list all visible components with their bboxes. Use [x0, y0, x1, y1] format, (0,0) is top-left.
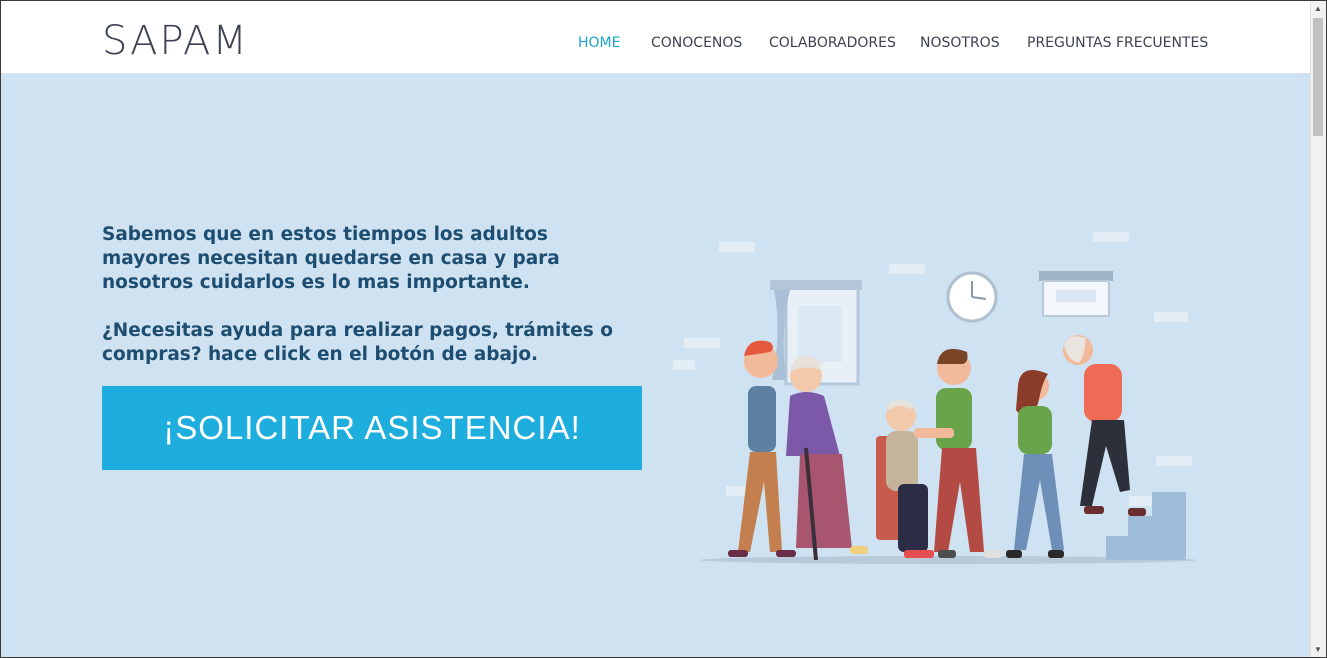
- request-assistance-button[interactable]: ¡SOLICITAR ASISTENCIA!: [102, 386, 642, 470]
- hero-paragraph-intro: Sabemos que en estos tiempos los adultos…: [102, 224, 560, 293]
- top-navbar: SAPAM HOME CONOCENOS COLABORADORES NOSOT…: [1, 1, 1312, 74]
- family-caregivers-illustration: [673, 232, 1196, 564]
- nav-preguntas-frecuentes[interactable]: PREGUNTAS FRECUENTES: [1027, 35, 1208, 51]
- nav-home[interactable]: HOME: [578, 35, 620, 51]
- scroll-thumb[interactable]: [1313, 18, 1323, 136]
- scroll-up-arrow-icon[interactable]: ▲: [1314, 4, 1322, 13]
- hero-text: Sabemos que en estos tiempos los adultos…: [102, 223, 632, 391]
- nav-colaboradores[interactable]: COLABORADORES: [769, 35, 896, 51]
- brand-logo[interactable]: SAPAM: [102, 19, 249, 63]
- hero-paragraph-question: ¿Necesitas ayuda para realizar pagos, tr…: [102, 320, 613, 365]
- page-scrollbar[interactable]: ▲ ▼: [1310, 1, 1326, 657]
- nav-conocenos[interactable]: CONOCENOS: [651, 35, 742, 51]
- clock-icon: [946, 271, 998, 323]
- nav-nosotros[interactable]: NOSOTROS: [920, 35, 1000, 51]
- scroll-down-arrow-icon[interactable]: ▼: [1314, 645, 1322, 654]
